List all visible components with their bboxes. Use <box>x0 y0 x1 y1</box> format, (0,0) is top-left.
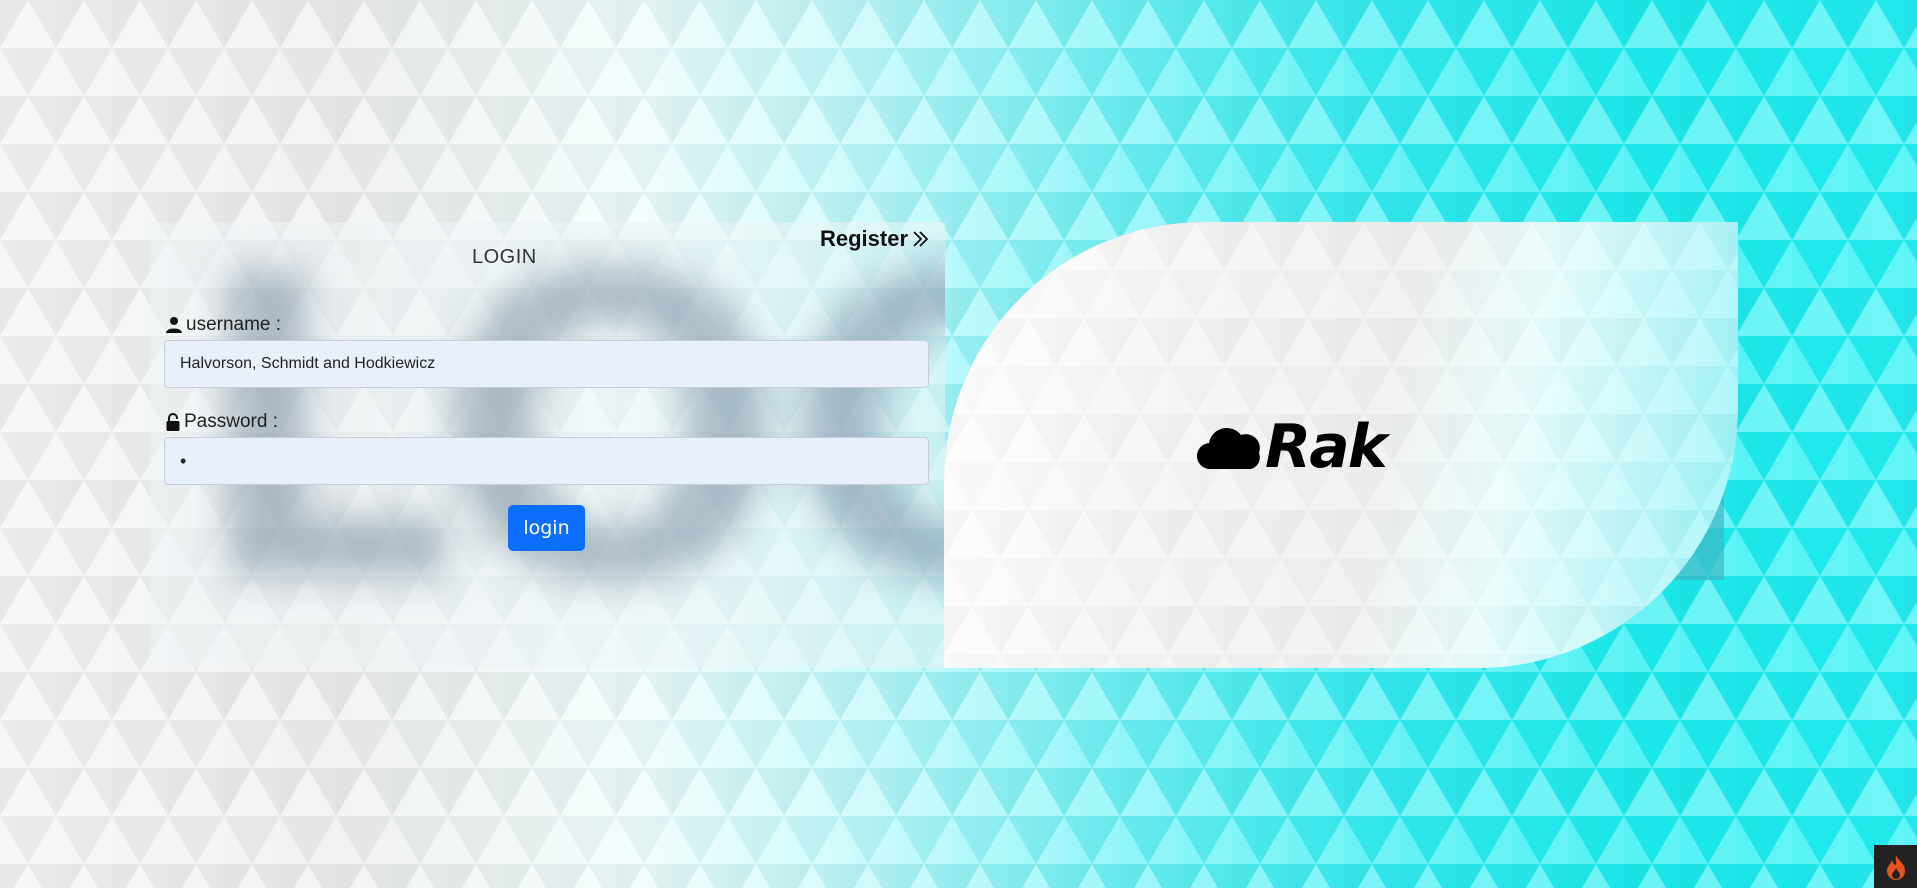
brand-logo: Rak <box>1197 412 1388 482</box>
background-watermark-text: LOG <box>190 222 945 642</box>
username-label: username : <box>165 314 281 336</box>
register-link-label: Register <box>820 226 909 251</box>
password-label-text: Password : <box>184 411 278 432</box>
cloud-icon <box>1197 428 1260 470</box>
username-input[interactable] <box>164 340 929 388</box>
brand-card: Rak <box>944 222 1738 668</box>
flame-icon <box>1886 854 1905 880</box>
password-input[interactable] <box>164 437 929 485</box>
user-icon <box>166 317 182 333</box>
double-chevron-right-icon <box>913 231 929 247</box>
register-link[interactable]: Register <box>820 226 930 252</box>
username-label-text: username : <box>186 314 282 335</box>
corner-badge[interactable] <box>1874 845 1917 888</box>
password-label: Password : <box>165 411 278 433</box>
login-button[interactable]: login <box>508 505 585 551</box>
lock-icon <box>166 413 180 431</box>
brand-panel: Rak <box>944 222 1738 668</box>
brand-name: Rak <box>1265 412 1388 482</box>
login-heading: LOGIN <box>472 246 537 268</box>
